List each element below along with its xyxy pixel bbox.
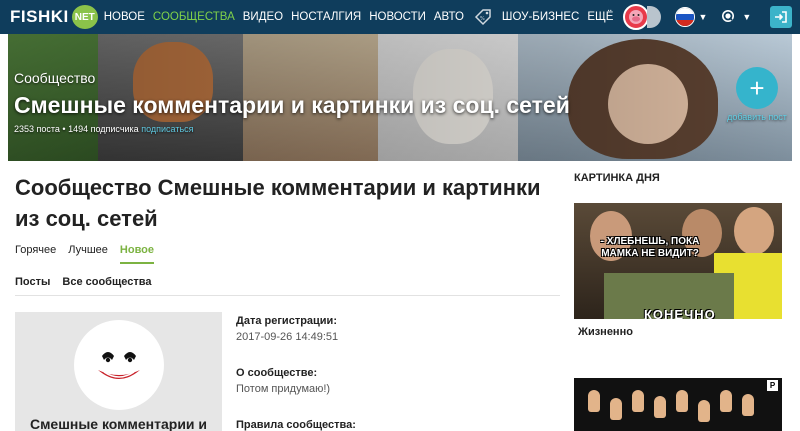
hand-figure: [610, 398, 622, 420]
tab-posts[interactable]: Посты: [15, 276, 50, 288]
nav-item-new[interactable]: НОВОЕ: [104, 11, 145, 23]
main-nav: НОВОЕ СООБЩЕСТВА ВИДЕО НОСТАЛГИЯ НОВОСТИ…: [104, 6, 622, 28]
tab-all-communities[interactable]: Все сообщества: [62, 276, 151, 288]
russian-flag-icon[interactable]: [675, 7, 696, 27]
community-info: Дата регистрации: 2017-09-26 14:49:51 О …: [236, 315, 556, 431]
about-value: Потом придумаю!): [236, 383, 331, 395]
subscribe-link[interactable]: подписаться: [141, 124, 193, 134]
chevron-down-icon[interactable]: ▼: [742, 12, 751, 22]
community-card: Смешные комментарии и: [15, 312, 222, 431]
registration-date-label: Дата регистрации:: [236, 315, 337, 327]
nav-item-video[interactable]: ВИДЕО: [243, 11, 283, 23]
add-post-label[interactable]: добавить пост: [724, 112, 790, 122]
sale-tag-icon[interactable]: %: [472, 6, 494, 28]
tab-new[interactable]: Новое: [119, 244, 155, 264]
top-navigation-bar: FISHKI NET НОВОЕ СООБЩЕСТВА ВИДЕО НОСТАЛ…: [0, 0, 800, 34]
nav-item-auto[interactable]: АВТО: [434, 11, 464, 23]
search-icon[interactable]: [719, 7, 739, 27]
site-logo[interactable]: FISHKI NET: [10, 0, 98, 34]
nav-item-nostalgia[interactable]: НОСТАЛГИЯ: [291, 11, 361, 23]
hand-figure: [632, 390, 644, 412]
section-tabs: Посты Все сообщества: [15, 276, 560, 296]
person-figure: [734, 207, 774, 255]
banner-kicker: Сообщество: [14, 70, 96, 86]
chevron-down-icon[interactable]: ▼: [698, 12, 707, 22]
hand-figure: [676, 390, 688, 412]
picture-of-day-heading: КАРТИНКА ДНЯ: [574, 172, 660, 184]
nav-item-communities[interactable]: СООБЩЕСТВА: [153, 11, 235, 23]
picture-caption[interactable]: Жизненно: [578, 326, 633, 338]
banner-stats: 2353 поста • 1494 подписчика подписаться: [14, 124, 194, 134]
registration-date-value: 2017-09-26 14:49:51: [236, 331, 339, 343]
p-badge: P: [767, 380, 778, 391]
nav-item-news[interactable]: НОВОСТИ: [369, 11, 426, 23]
about-label: О сообществе:: [236, 367, 318, 379]
login-icon[interactable]: [770, 6, 792, 28]
nav-item-showbiz[interactable]: ШОУ-БИЗНЕС: [502, 11, 579, 23]
sort-tabs: Горячее Лучшее Новое: [15, 244, 560, 264]
hand-figure: [720, 390, 732, 412]
theme-toggle[interactable]: [647, 6, 662, 28]
mascot-avatar-icon[interactable]: [623, 4, 650, 30]
logo-net-badge: NET: [71, 5, 98, 29]
tab-hot[interactable]: Горячее: [15, 244, 56, 264]
plus-icon: +: [749, 73, 765, 103]
meme-caption-top: - ХЛЕБНЕШЬ, ПОКА МАМКА НЕ ВИДИТ?: [600, 236, 700, 259]
community-avatar: [74, 320, 164, 410]
rules-label: Правила сообщества:: [236, 419, 356, 431]
tab-best[interactable]: Лучшее: [68, 244, 108, 264]
hand-figure: [742, 394, 754, 416]
picture-of-day-image[interactable]: - ХЛЕБНЕШЬ, ПОКА МАМКА НЕ ВИДИТ? КОНЕЧНО: [574, 203, 782, 319]
sidebar: КАРТИНКА ДНЯ - ХЛЕБНЕШЬ, ПОКА МАМКА НЕ В…: [574, 172, 782, 431]
community-banner: Сообщество Смешные комментарии и картинк…: [8, 34, 792, 161]
svg-text:%: %: [480, 16, 485, 22]
page-title: Сообщество Смешные комментарии и картинк…: [15, 175, 541, 231]
banner-title: Смешные комментарии и картинки из соц. с…: [14, 92, 570, 118]
meme-caption-bottom: КОНЕЧНО: [644, 307, 716, 319]
community-stats: 2353 поста • 1494 подписчика: [14, 124, 139, 134]
joker-face-icon: [98, 352, 140, 379]
hand-figure: [654, 396, 666, 418]
hand-figure: [588, 390, 600, 412]
hand-figure: [698, 400, 710, 422]
second-sidebar-image[interactable]: P: [574, 378, 782, 431]
logo-text: FISHKI: [10, 7, 69, 26]
community-name: Смешные комментарии и: [29, 416, 208, 431]
main-content: Сообщество Смешные комментарии и картинк…: [15, 172, 560, 431]
add-post-button[interactable]: +: [736, 67, 778, 109]
nav-item-more[interactable]: ЕЩЁ: [587, 11, 613, 23]
